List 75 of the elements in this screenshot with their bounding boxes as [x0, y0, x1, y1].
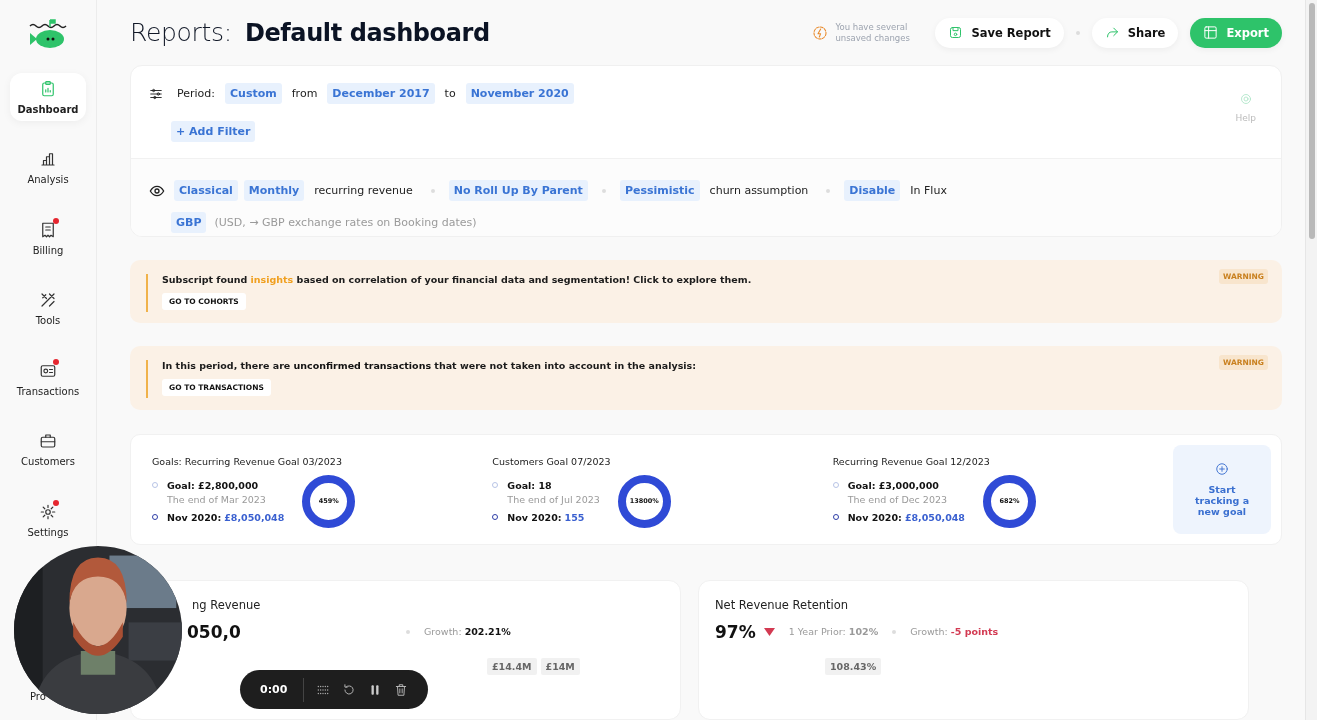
filter-note: (USD, → GBP exchange rates on Booking dates) — [214, 216, 477, 230]
submarine-logo — [28, 18, 68, 50]
filter-chip[interactable]: Classical — [174, 180, 238, 202]
save-icon — [948, 25, 964, 41]
page-title-prefix: Reports: — [130, 18, 232, 48]
filter-chip[interactable]: November 2020 — [465, 83, 574, 105]
filter-chip[interactable]: GBP — [171, 212, 207, 234]
delete-icon[interactable] — [394, 682, 409, 697]
sidebar-item[interactable]: Dashboard — [10, 73, 86, 121]
action-button[interactable]: Save Report — [935, 17, 1064, 48]
prior-stat: 1 Year Prior: 102% — [788, 626, 879, 638]
clipboard-icon — [39, 79, 57, 98]
bar-value-label: £14M — [540, 658, 580, 675]
card-title: Net Revenue Retention — [715, 598, 850, 612]
growth-stat: Growth: -5 points — [910, 626, 999, 638]
table-icon — [1203, 25, 1219, 41]
scrollbar[interactable] — [1305, 0, 1317, 720]
goal-target: Goal: £3,000,000 — [847, 480, 939, 491]
filter-text: from — [291, 87, 318, 101]
sidebar-item-label[interactable]: Pro — [30, 691, 46, 702]
filter-chip[interactable]: Disable — [844, 180, 901, 202]
filter-text: In Flux — [910, 184, 947, 198]
card-title: ng Revenue — [191, 598, 262, 612]
sidebar-item[interactable]: Tools — [10, 284, 86, 333]
sidebar-item[interactable]: Analysis — [10, 143, 86, 192]
growth-stat: Growth: 202.21% — [424, 626, 511, 638]
warning-message: Subscript found insights based on correlation of your financial data and segmentation! Click to explore them. — [162, 273, 752, 285]
goal-target: Goal: £2,800,000 — [167, 480, 259, 491]
current-label: Nov 2020: — [167, 512, 222, 523]
tools-icon — [39, 291, 57, 309]
goal-title: Goals: Recurring Revenue Goal 03/2023 — [152, 456, 343, 467]
goal-title: Customers Goal 07/2023 — [492, 456, 612, 467]
recording-time: 0:00 — [260, 683, 288, 696]
briefcase-icon — [39, 432, 57, 450]
add-filter-button[interactable]: + Add Filter — [171, 121, 256, 143]
sidebar-item[interactable]: Settings — [10, 496, 86, 544]
filter-chip[interactable]: Pessimistic — [619, 180, 700, 202]
current-value: 155 — [564, 512, 585, 523]
receipt-icon — [39, 220, 57, 239]
goal-target: Goal: 18 — [507, 480, 552, 491]
filter-text: churn assumption — [709, 184, 809, 198]
page-title: Default dashboard — [244, 18, 490, 47]
settings-icon — [39, 502, 57, 521]
metric-value: 050,0 — [187, 622, 242, 642]
bar-value-label: £14.4M — [487, 658, 537, 675]
filter-text: to — [444, 87, 456, 101]
current-label: Nov 2020: — [847, 512, 902, 523]
bar-chart-icon — [39, 150, 57, 168]
lightning-icon — [812, 24, 829, 41]
sidebar-item[interactable]: Transactions — [10, 355, 86, 403]
goal-deadline: The end of Dec 2023 — [847, 494, 948, 505]
current-value: £8,050,048 — [224, 512, 285, 523]
filter-chip[interactable]: Monthly — [243, 180, 305, 202]
current-value: £8,050,048 — [904, 512, 965, 523]
goal-deadline: The end of Mar 2023 — [167, 494, 266, 505]
sidebar-item[interactable]: Billing — [10, 214, 86, 262]
metric-value: 97% — [715, 622, 756, 642]
goal-title: Recurring Revenue Goal 12/2023 — [832, 456, 991, 467]
action-button[interactable]: Share — [1091, 17, 1179, 48]
filter-chip[interactable]: Custom — [225, 83, 282, 105]
new-goal-button[interactable]: Start tracking a new goal — [1173, 445, 1271, 534]
plus-circle-icon — [1215, 462, 1229, 476]
filter-text: Period: — [177, 87, 215, 101]
share-icon — [1104, 25, 1120, 41]
filter-chip[interactable]: December 2017 — [327, 83, 435, 105]
current-label: Nov 2020: — [507, 512, 562, 523]
filter-chip[interactable]: No Roll Up By Parent — [448, 180, 588, 202]
restart-icon[interactable] — [342, 682, 357, 697]
goal-deadline: The end of Jul 2023 — [507, 494, 600, 505]
unsaved-notice: You have several unsaved changes — [835, 21, 911, 44]
warning-message: In this period, there are unconfirmed transactions that were not taken into account in the analysis: — [162, 360, 696, 372]
bar-value-label: 108.43% — [825, 658, 882, 675]
filter-text: recurring revenue — [314, 184, 413, 198]
sliders-icon — [149, 86, 163, 101]
sidebar-item[interactable]: Customers — [10, 425, 86, 474]
